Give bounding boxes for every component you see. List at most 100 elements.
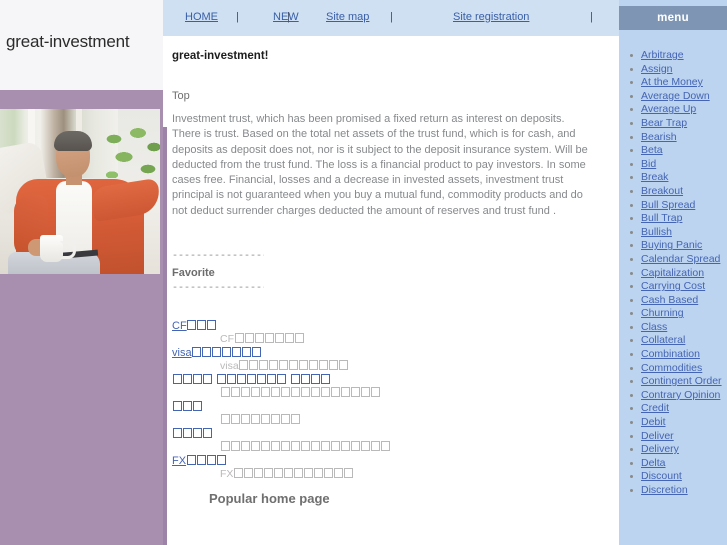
sidebar-item[interactable]: Credit: [619, 402, 727, 416]
sidebar-item-label[interactable]: Combination: [641, 348, 700, 360]
divider-top: ------------------------: [172, 251, 264, 262]
sidebar-item-label[interactable]: Discount: [641, 470, 682, 482]
missing-glyph-box: [310, 374, 320, 384]
missing-glyph-box: [340, 387, 350, 397]
page-root: great-investment HOME | NEW | Site map |…: [0, 0, 727, 545]
sidebar-item[interactable]: Deliver: [619, 430, 727, 444]
sidebar-item[interactable]: Bearish: [619, 131, 727, 145]
sidebar-item[interactable]: Class: [619, 321, 727, 335]
sidebar-item-label[interactable]: Assign: [641, 63, 673, 75]
missing-glyph-box: [370, 441, 380, 451]
missing-glyph-box: [250, 387, 260, 397]
favorite-link[interactable]: [172, 428, 212, 440]
nav-link-site-registration[interactable]: Site registration: [453, 11, 529, 23]
missing-glyph-box: [299, 360, 309, 370]
top-navigation-links: HOME | NEW | Site map | Site registratio…: [163, 11, 619, 25]
sidebar-item[interactable]: Bull Spread: [619, 199, 727, 213]
sidebar-item[interactable]: Debit: [619, 416, 727, 430]
favorite-link[interactable]: [172, 401, 202, 413]
missing-glyph-box: [197, 320, 207, 330]
sidebar-item-label[interactable]: Calendar Spread: [641, 253, 720, 265]
sidebar-item[interactable]: Combination: [619, 348, 727, 362]
nav-link-home[interactable]: HOME: [185, 11, 218, 23]
sidebar-item[interactable]: Contingent Order: [619, 375, 727, 389]
sidebar-item[interactable]: Assign: [619, 63, 727, 77]
sidebar-item-label[interactable]: Bull Spread: [641, 199, 695, 211]
sidebar-item[interactable]: Bull Trap: [619, 212, 727, 226]
sidebar-item-label[interactable]: Delta: [641, 457, 666, 469]
favorite-link[interactable]: visa: [172, 347, 262, 359]
sidebar-item[interactable]: Calendar Spread: [619, 253, 727, 267]
sidebar-item-label[interactable]: Bearish: [641, 131, 677, 143]
missing-glyph-box: [202, 374, 212, 384]
favorite-description: [220, 387, 380, 399]
sidebar-item[interactable]: Bullish: [619, 226, 727, 240]
missing-glyph-box: [220, 414, 230, 424]
favorite-description: visa: [220, 360, 349, 372]
favorite-link[interactable]: [172, 374, 330, 386]
sidebar-item-label[interactable]: Cash Based: [641, 294, 698, 306]
favorite-link[interactable]: FX: [172, 455, 226, 467]
sidebar-item[interactable]: Capitalization: [619, 267, 727, 281]
sidebar-item[interactable]: Delivery: [619, 443, 727, 457]
popular-home-page-heading: Popular home page: [209, 491, 330, 506]
sidebar-item-label[interactable]: Deliver: [641, 430, 674, 442]
sidebar-item-label[interactable]: Breakout: [641, 185, 683, 197]
sidebar-item-label[interactable]: Credit: [641, 402, 669, 414]
sidebar-item-label[interactable]: Average Down: [641, 90, 710, 102]
sidebar-item[interactable]: Break: [619, 171, 727, 185]
sidebar-item-label[interactable]: Churning: [641, 307, 684, 319]
sidebar-item-label[interactable]: Delivery: [641, 443, 679, 455]
missing-glyph-box: [339, 360, 349, 370]
missing-glyph-box: [202, 347, 212, 357]
sidebar-item[interactable]: Carrying Cost: [619, 280, 727, 294]
sidebar-item-label[interactable]: Carrying Cost: [641, 280, 705, 292]
sidebar-item-label[interactable]: At the Money: [641, 76, 703, 88]
sidebar-item[interactable]: Churning: [619, 307, 727, 321]
sidebar-item-label[interactable]: Beta: [641, 144, 663, 156]
missing-glyph-box: [172, 374, 182, 384]
sidebar-item[interactable]: Delta: [619, 457, 727, 471]
sidebar-item[interactable]: Discount: [619, 470, 727, 484]
sidebar-item-label[interactable]: Debit: [641, 416, 666, 428]
sidebar-item-label[interactable]: Commodities: [641, 362, 702, 374]
sidebar-item[interactable]: Commodities: [619, 362, 727, 376]
photo-person-hair: [54, 131, 92, 151]
sidebar-item[interactable]: Collateral: [619, 334, 727, 348]
missing-glyph-box: [192, 374, 202, 384]
sidebar-item-label[interactable]: Bear Trap: [641, 117, 687, 129]
sidebar-item[interactable]: At the Money: [619, 76, 727, 90]
sidebar-item[interactable]: Breakout: [619, 185, 727, 199]
left-column: great-investment: [0, 0, 163, 545]
sidebar-item-label[interactable]: Arbitrage: [641, 49, 684, 61]
sidebar-item-label[interactable]: Discretion: [641, 484, 688, 496]
sidebar-item-label[interactable]: Buying Panic: [641, 239, 702, 251]
nav-link-new[interactable]: NEW: [273, 11, 299, 23]
sidebar-item-label[interactable]: Capitalization: [641, 267, 704, 279]
sidebar-item[interactable]: Arbitrage: [619, 49, 727, 63]
sidebar-item-label[interactable]: Contingent Order: [641, 375, 722, 387]
sidebar-item[interactable]: Contrary Opinion: [619, 389, 727, 403]
sidebar-item-label[interactable]: Class: [641, 321, 667, 333]
sidebar-item-label[interactable]: Break: [641, 171, 668, 183]
sidebar-item[interactable]: Cash Based: [619, 294, 727, 308]
sidebar-item-label[interactable]: Average Up: [641, 103, 696, 115]
sidebar-item[interactable]: Bid: [619, 158, 727, 172]
sidebar-item-label[interactable]: Collateral: [641, 334, 685, 346]
sidebar-item-label[interactable]: Bid: [641, 158, 656, 170]
favorite-description: CF: [220, 333, 304, 345]
sidebar-item-label[interactable]: Bullish: [641, 226, 672, 238]
nav-link-site-map[interactable]: Site map: [326, 11, 369, 23]
sidebar-item[interactable]: Bear Trap: [619, 117, 727, 131]
sidebar-item[interactable]: Buying Panic: [619, 239, 727, 253]
sidebar-item-label[interactable]: Bull Trap: [641, 212, 682, 224]
sidebar-item[interactable]: Average Up: [619, 103, 727, 117]
favorite-link[interactable]: CF: [172, 320, 217, 332]
sidebar-item[interactable]: Discretion: [619, 484, 727, 498]
missing-glyph-box: [276, 374, 286, 384]
sidebar-item[interactable]: Beta: [619, 144, 727, 158]
sidebar-item[interactable]: Average Down: [619, 90, 727, 104]
sidebar-item-label[interactable]: Contrary Opinion: [641, 389, 720, 401]
missing-glyph-box: [320, 374, 330, 384]
missing-glyph-box: [240, 387, 250, 397]
